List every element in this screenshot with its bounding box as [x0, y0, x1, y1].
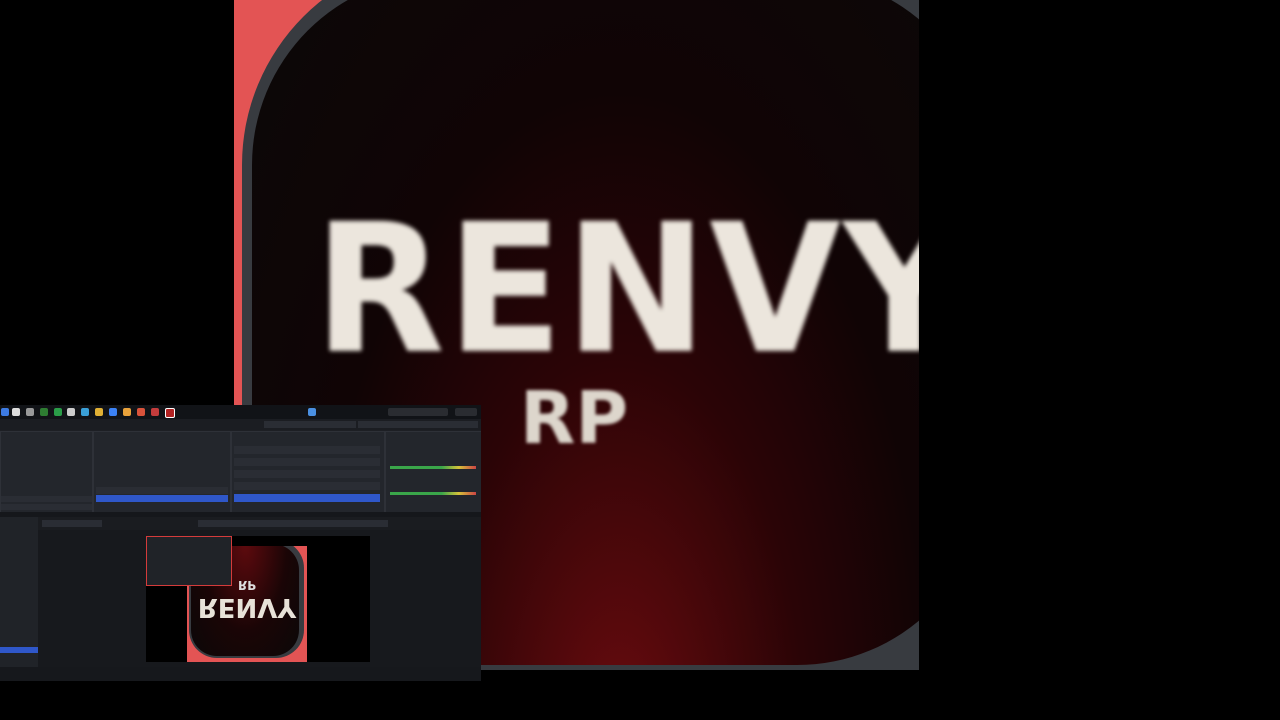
studio-mode-button[interactable] [234, 482, 380, 490]
obs-taskbar-icon[interactable] [165, 408, 175, 418]
task-view-icon[interactable] [26, 408, 34, 416]
audio-meter [390, 466, 476, 469]
audio-mixer-dock[interactable] [385, 431, 481, 513]
scene-toolbar[interactable] [1, 496, 92, 502]
spotify-icon[interactable] [40, 408, 48, 416]
app-icon[interactable] [67, 408, 75, 416]
app-icon-2[interactable] [109, 408, 117, 416]
audio-meter-2 [390, 492, 476, 495]
clock [455, 408, 477, 416]
nested-obs-capture[interactable] [146, 536, 232, 586]
edge-icon[interactable] [81, 408, 89, 416]
settings-button[interactable] [234, 494, 380, 502]
status-bar [0, 667, 481, 681]
start-recording-button[interactable] [234, 458, 380, 466]
preview-toolbar[interactable] [38, 517, 481, 530]
scene-row[interactable] [1, 504, 92, 510]
source-row[interactable] [96, 487, 228, 494]
obs-window-thumbnail[interactable]: RENVY RP [0, 405, 481, 681]
chrome-icon[interactable] [54, 408, 62, 416]
taskbar [0, 405, 481, 419]
app-icon-4[interactable] [137, 408, 145, 416]
windows-start-icon[interactable] [1, 408, 9, 416]
preview-dropdown[interactable] [198, 520, 388, 527]
sources-dock[interactable] [93, 431, 231, 513]
source-row-selected[interactable] [96, 495, 228, 502]
app-icon-3[interactable] [123, 408, 131, 416]
stats-strip-2 [358, 421, 478, 428]
search-icon[interactable] [12, 408, 20, 416]
dock-title-row [0, 419, 481, 430]
sidebar-item-selected[interactable] [0, 647, 38, 653]
stats-strip [264, 421, 356, 428]
preview-area[interactable]: RENVY RP [38, 530, 481, 667]
app-icon-5[interactable] [151, 408, 159, 416]
preview-canvas: RENVY RP [146, 536, 370, 662]
logo-title: RENVY [314, 186, 919, 394]
virtual-camera-button[interactable] [234, 470, 380, 478]
controls-dock[interactable] [231, 431, 385, 513]
preview-tab[interactable] [42, 520, 102, 527]
tray-icon[interactable] [308, 408, 316, 416]
mini-logo-title: RENVY [197, 592, 297, 622]
left-sidebar[interactable] [0, 517, 38, 667]
scenes-dock[interactable] [0, 431, 93, 513]
tray-icons[interactable] [388, 408, 448, 416]
folder-icon[interactable] [95, 408, 103, 416]
start-streaming-button[interactable] [234, 446, 380, 454]
